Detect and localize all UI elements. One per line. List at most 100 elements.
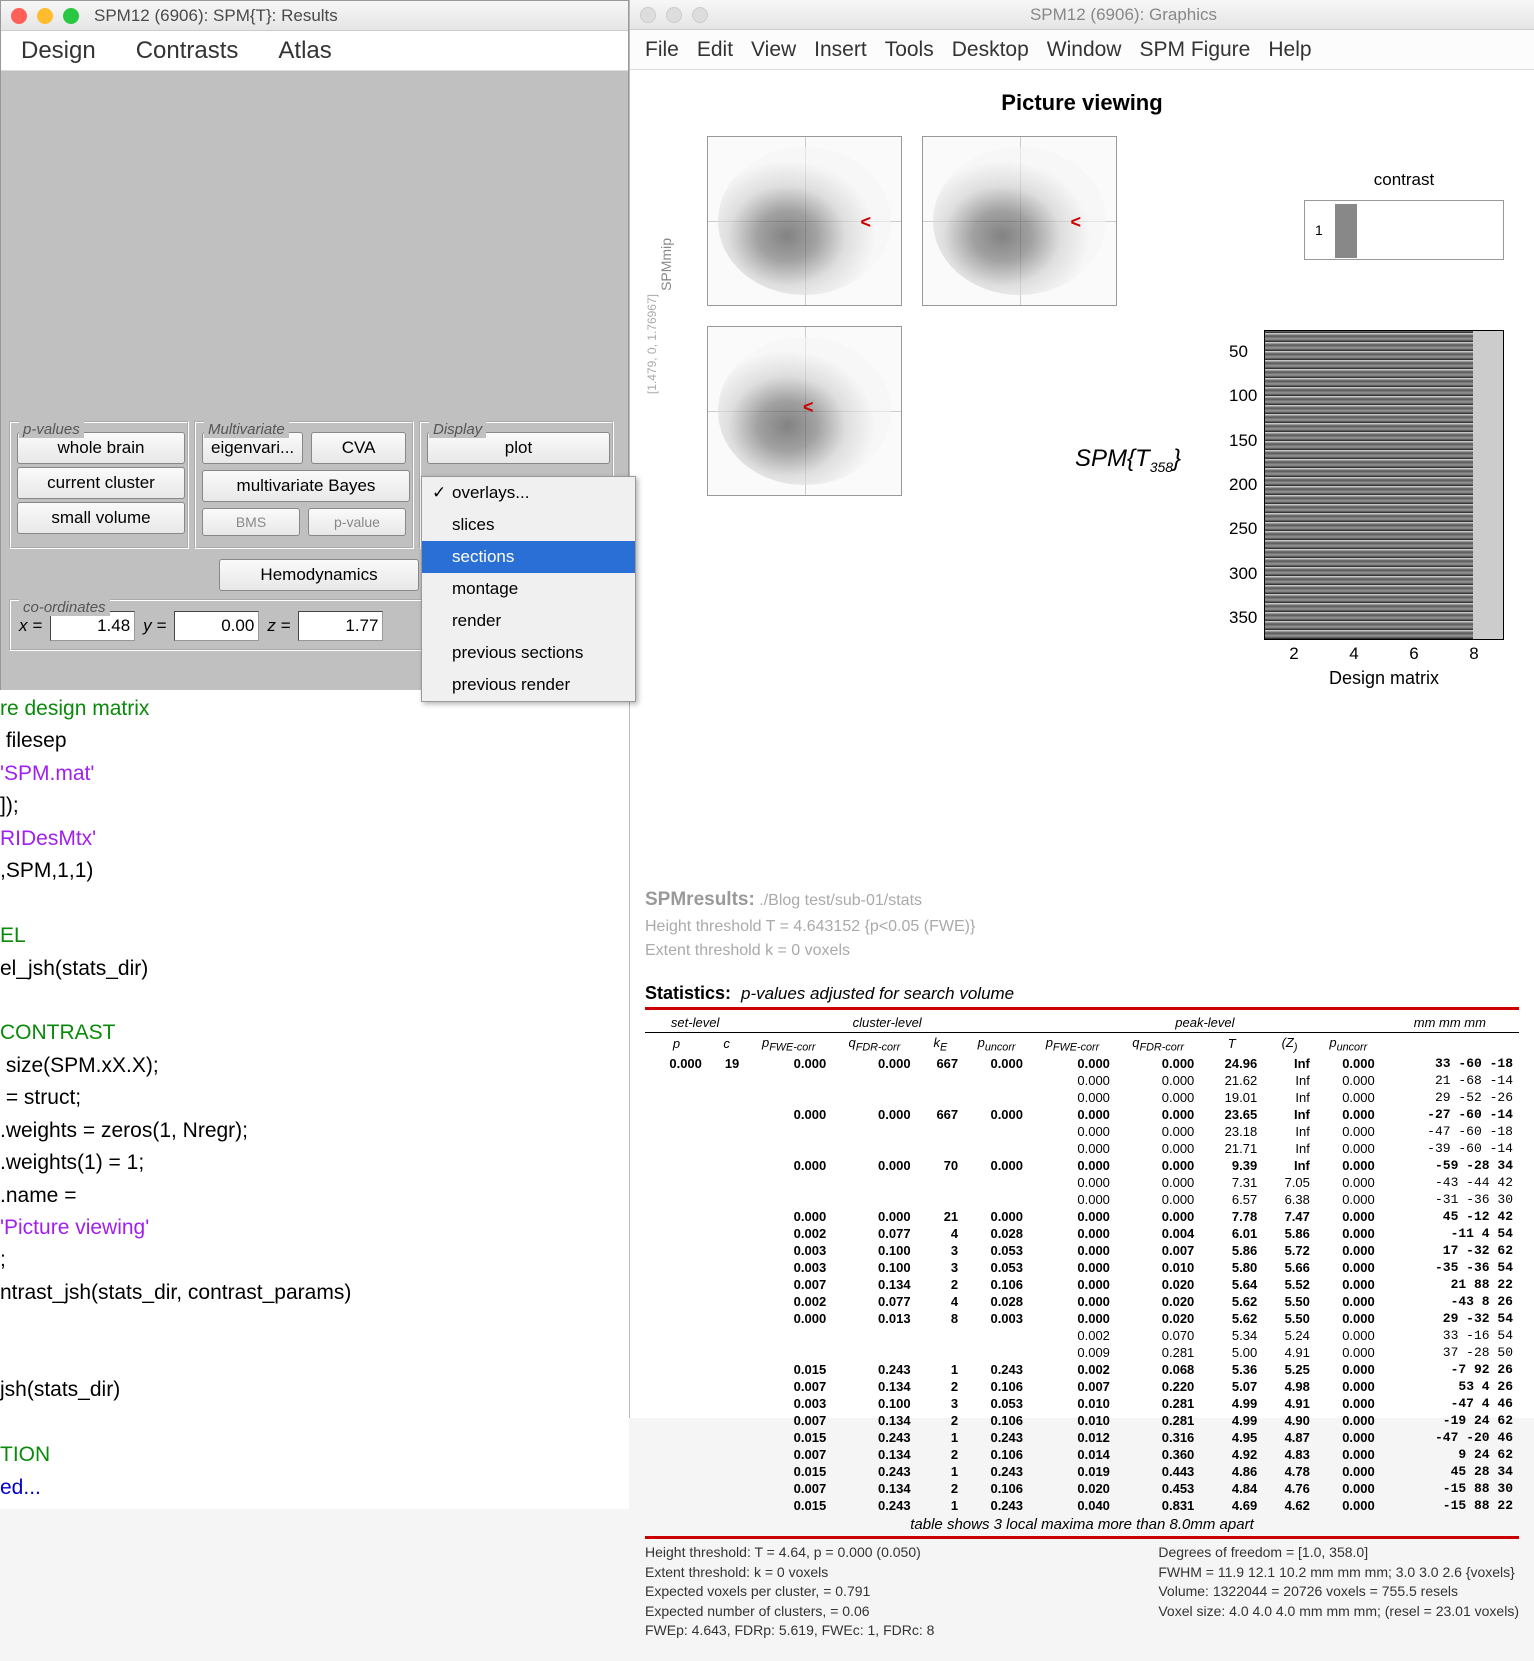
dropdown-item-overlays-[interactable]: overlays... bbox=[422, 477, 635, 509]
spm-results-path: ./Blog test/sub-01/stats bbox=[759, 892, 922, 909]
brain-axial[interactable]: < bbox=[707, 326, 902, 496]
menu-tools[interactable]: Tools bbox=[885, 38, 934, 62]
dropdown-item-previous-render[interactable]: previous render bbox=[422, 669, 635, 701]
mip-coords: [1.479, 0, 1.76967] bbox=[645, 294, 687, 394]
table-row[interactable]: 0.0000.00021.71Inf0.000-39 -60 -14 bbox=[645, 1140, 1519, 1157]
dropdown-item-slices[interactable]: slices bbox=[422, 509, 635, 541]
multivariate-panel: Multivariate eigenvari... CVA multivaria… bbox=[194, 421, 414, 549]
results-window: SPM12 (6906): SPM{T}: Results Design Con… bbox=[0, 0, 629, 700]
table-row[interactable]: 0.0150.24310.2430.0020.0685.365.250.000-… bbox=[645, 1361, 1519, 1378]
table-row[interactable]: 0.0000.00023.18Inf0.000-47 -60 -18 bbox=[645, 1123, 1519, 1140]
minimize-icon[interactable] bbox=[666, 7, 682, 23]
stats-title: Statistics: p-values adjusted for search… bbox=[645, 983, 1519, 1004]
table-row[interactable]: 0.0000.0007.317.050.000-43 -44 42 bbox=[645, 1174, 1519, 1191]
pvalues-panel: p-values whole brain current cluster sma… bbox=[9, 421, 189, 549]
hemodynamics-button[interactable]: Hemodynamics bbox=[219, 559, 419, 591]
divider-icon bbox=[645, 1536, 1519, 1539]
table-row[interactable]: 0.0030.10030.0530.0000.0075.865.720.0001… bbox=[645, 1242, 1519, 1259]
spm-results-head: SPMresults: bbox=[645, 889, 755, 910]
graphics-body: Picture viewing SPMmip [1.479, 0, 1.7696… bbox=[630, 70, 1534, 1661]
footer-stats: Height threshold: T = 4.64, p = 0.000 (0… bbox=[645, 1543, 1519, 1641]
divider-icon bbox=[645, 1007, 1519, 1010]
table-row[interactable]: 0.0000.00021.62Inf0.00021 -68 -14 bbox=[645, 1072, 1519, 1089]
close-icon[interactable] bbox=[11, 8, 27, 24]
brain-coronal[interactable]: < bbox=[922, 136, 1117, 306]
dropdown-item-sections[interactable]: sections bbox=[422, 541, 635, 573]
table-row[interactable]: 0.0000.0006670.0000.0000.00023.65Inf0.00… bbox=[645, 1106, 1519, 1123]
z-label: z = bbox=[267, 616, 290, 636]
dropdown-item-previous-sections[interactable]: previous sections bbox=[422, 637, 635, 669]
traffic-lights bbox=[11, 8, 79, 24]
dropdown-item-render[interactable]: render bbox=[422, 605, 635, 637]
table-row[interactable]: 0.0070.13420.1060.0140.3604.924.830.0009… bbox=[645, 1446, 1519, 1463]
table-row[interactable]: 0.0020.07740.0280.0000.0205.625.500.000-… bbox=[645, 1293, 1519, 1310]
menu-edit[interactable]: Edit bbox=[697, 38, 733, 62]
menu-desktop[interactable]: Desktop bbox=[952, 38, 1029, 62]
cva-button[interactable]: CVA bbox=[311, 432, 406, 464]
height-threshold: Height threshold T = 4.643152 {p<0.05 (F… bbox=[645, 918, 975, 935]
y-input[interactable] bbox=[174, 611, 259, 641]
coords-label: co-ordinates bbox=[19, 599, 110, 616]
dm-xticks: 2468 bbox=[1264, 644, 1504, 664]
table-row[interactable]: 0.0070.13420.1060.0200.4534.844.760.000-… bbox=[645, 1480, 1519, 1497]
close-icon[interactable] bbox=[640, 7, 656, 23]
graphics-menubar: File Edit View Insert Tools Desktop Window SPM … bbox=[630, 30, 1534, 70]
display-label: Display bbox=[429, 421, 486, 438]
stats-section: Statistics: p-values adjusted for search… bbox=[645, 983, 1519, 1642]
menu-window[interactable]: Window bbox=[1047, 38, 1122, 62]
graphics-window: SPM12 (6906): Graphics File Edit View Inser… bbox=[629, 0, 1534, 1418]
bms-button[interactable]: BMS bbox=[202, 508, 300, 536]
menu-contrasts[interactable]: Contrasts bbox=[136, 37, 239, 65]
graphics-titlebar: SPM12 (6906): Graphics bbox=[630, 0, 1534, 30]
mip-label: SPMmip bbox=[658, 238, 674, 291]
menu-design[interactable]: Design bbox=[21, 37, 96, 65]
minimize-icon[interactable] bbox=[37, 8, 53, 24]
spm-results-text: SPMresults: ./Blog test/sub-01/stats Hei… bbox=[645, 886, 1519, 963]
menu-spm-figure[interactable]: SPM Figure bbox=[1139, 38, 1250, 62]
table-row[interactable]: 0.0020.0705.345.240.00033 -16 54 bbox=[645, 1327, 1519, 1344]
contrast-label: contrast bbox=[1304, 170, 1504, 190]
z-input[interactable] bbox=[298, 611, 383, 641]
design-matrix-image[interactable] bbox=[1264, 330, 1504, 640]
extent-threshold: Extent threshold k = 0 voxels bbox=[645, 942, 850, 959]
dm-label: Design matrix bbox=[1264, 668, 1504, 689]
table-row[interactable]: 0.0090.2815.004.910.00037 -28 50 bbox=[645, 1344, 1519, 1361]
coords-panel: co-ordinates x = y = z = bbox=[9, 599, 449, 651]
pvalue-button[interactable]: p-value bbox=[308, 508, 406, 536]
table-row[interactable]: 0.0000.0006.576.380.000-31 -36 30 bbox=[645, 1191, 1519, 1208]
menu-atlas[interactable]: Atlas bbox=[278, 37, 331, 65]
table-row[interactable]: 0.0030.10030.0530.0000.0105.805.660.000-… bbox=[645, 1259, 1519, 1276]
table-row[interactable]: 0.000190.0000.0006670.0000.0000.00024.96… bbox=[645, 1055, 1519, 1072]
footer-left: Height threshold: T = 4.64, p = 0.000 (0… bbox=[645, 1543, 934, 1641]
current-cluster-button[interactable]: current cluster bbox=[17, 467, 185, 499]
table-row[interactable]: 0.0030.10030.0530.0100.2814.994.910.000-… bbox=[645, 1395, 1519, 1412]
zoom-icon[interactable] bbox=[692, 7, 708, 23]
table-row[interactable]: 0.0000.00019.01Inf0.00029 -52 -26 bbox=[645, 1089, 1519, 1106]
menu-help[interactable]: Help bbox=[1268, 38, 1311, 62]
brain-sagittal[interactable]: < bbox=[707, 136, 902, 306]
table-row[interactable]: 0.0150.24310.2430.0190.4434.864.780.0004… bbox=[645, 1463, 1519, 1480]
table-row[interactable]: 0.0020.07740.0280.0000.0046.015.860.000-… bbox=[645, 1225, 1519, 1242]
results-menubar: Design Contrasts Atlas bbox=[1, 31, 628, 71]
table-row[interactable]: 0.0000.01380.0030.0000.0205.625.500.0002… bbox=[645, 1310, 1519, 1327]
table-row[interactable]: 0.0070.13420.1060.0070.2205.074.980.0005… bbox=[645, 1378, 1519, 1395]
dropdown-item-montage[interactable]: montage bbox=[422, 573, 635, 605]
menu-insert[interactable]: Insert bbox=[814, 38, 867, 62]
table-row[interactable]: 0.0150.24310.2430.0400.8314.694.620.000-… bbox=[645, 1497, 1519, 1514]
table-row[interactable]: 0.0000.000700.0000.0000.0009.39Inf0.000-… bbox=[645, 1157, 1519, 1174]
small-volume-button[interactable]: small volume bbox=[17, 502, 185, 534]
table-row[interactable]: 0.0070.13420.1060.0100.2814.994.900.000-… bbox=[645, 1412, 1519, 1429]
figure-title: Picture viewing bbox=[645, 90, 1519, 116]
dm-yticks: 50100150200250300350 bbox=[1229, 330, 1257, 640]
multivariate-bayes-button[interactable]: multivariate Bayes bbox=[202, 470, 410, 502]
menu-view[interactable]: View bbox=[751, 38, 796, 62]
menu-file[interactable]: File bbox=[645, 38, 679, 62]
pvalues-label: p-values bbox=[19, 421, 84, 438]
table-row[interactable]: 0.0000.000210.0000.0000.0007.787.470.000… bbox=[645, 1208, 1519, 1225]
design-matrix: 50100150200250300350 2468 Design matrix bbox=[1264, 330, 1504, 689]
zoom-icon[interactable] bbox=[63, 8, 79, 24]
y-label: y = bbox=[143, 616, 166, 636]
table-row[interactable]: 0.0070.13420.1060.0000.0205.645.520.0002… bbox=[645, 1276, 1519, 1293]
contrast-bar-fill bbox=[1335, 204, 1357, 258]
table-row[interactable]: 0.0150.24310.2430.0120.3164.954.870.000-… bbox=[645, 1429, 1519, 1446]
